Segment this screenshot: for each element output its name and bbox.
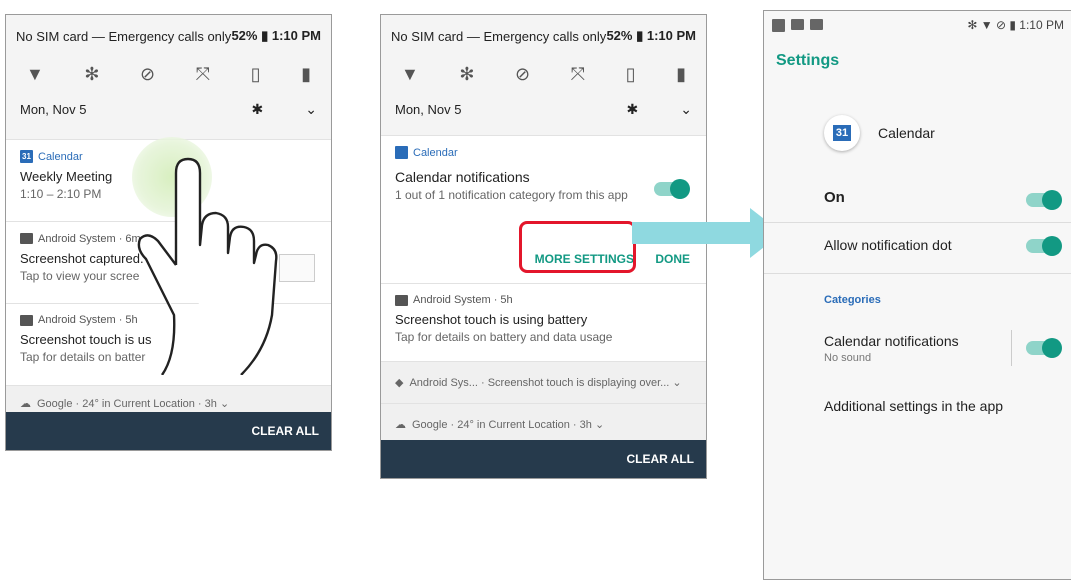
clear-all-button[interactable]: CLEAR ALL bbox=[251, 424, 319, 438]
notification-dot-toggle[interactable] bbox=[1026, 236, 1062, 256]
weather-notification[interactable]: ☁ Google · 24° in Current Location · 3h ⌄ bbox=[381, 403, 706, 445]
date-text: Mon, Nov 5 bbox=[20, 101, 87, 117]
footer-bar: CLEAR ALL bbox=[6, 412, 331, 450]
quick-settings: ▼ ✻ ⊘ ⤧ ▯ ▮ bbox=[381, 57, 706, 91]
time-text: 1:10 PM bbox=[1019, 18, 1064, 32]
calendar-icon bbox=[395, 146, 408, 159]
on-toggle[interactable] bbox=[1026, 190, 1062, 210]
chevron-down-icon[interactable]: ⌄ bbox=[305, 101, 317, 118]
highlight-box bbox=[519, 221, 636, 273]
chart-icon bbox=[395, 294, 408, 306]
calendar-status-icon bbox=[772, 18, 785, 32]
layers-icon: ◆ bbox=[395, 377, 404, 389]
vertical-divider bbox=[1011, 330, 1012, 366]
flashlight-icon[interactable]: ⤧ bbox=[196, 64, 210, 85]
notif-title: Calendar notifications bbox=[395, 169, 530, 185]
date-bar: Mon, Nov 5 ✱ ⌄ bbox=[395, 100, 692, 118]
cloud-icon: ☁ bbox=[20, 398, 31, 410]
carrier-text: No SIM card — Emergency calls only bbox=[16, 28, 232, 44]
clear-all-button[interactable]: CLEAR ALL bbox=[626, 452, 694, 466]
rotate-icon[interactable]: ▯ bbox=[251, 64, 261, 85]
date-bar: Mon, Nov 5 ✱ ⌄ bbox=[6, 91, 331, 127]
gear-icon[interactable]: ✱ bbox=[627, 101, 639, 118]
overlay-notification[interactable]: ◆ Android Sys... · Screenshot touch is di… bbox=[381, 361, 706, 403]
calendar-icon: 31 bbox=[20, 150, 33, 163]
image-status-icon bbox=[791, 18, 804, 30]
status-bar: ✻ ▼ ⊘ ▮ 1:10 PM bbox=[764, 11, 1071, 39]
app-name: Calendar bbox=[878, 125, 935, 141]
dnd-icon[interactable]: ⊘ bbox=[515, 64, 530, 85]
chart-icon bbox=[20, 314, 33, 326]
categories-header: Categories bbox=[824, 294, 881, 306]
time-text: 1:10 PM bbox=[271, 28, 321, 43]
wifi-icon[interactable]: ▼ bbox=[26, 64, 44, 85]
phone-notification-shade-1: No SIM card — Emergency calls only 52% ▮… bbox=[5, 14, 332, 451]
cloud-icon: ☁ bbox=[395, 419, 406, 431]
hand-pointer-icon bbox=[137, 157, 278, 375]
quick-settings: ▼ ✻ ⊘ ⤧ ▯ ▮ bbox=[6, 57, 331, 91]
phone-settings: ✻ ▼ ⊘ ▮ 1:10 PM Settings 31 Calendar On … bbox=[763, 10, 1071, 580]
additional-settings-row[interactable]: Additional settings in the app bbox=[764, 398, 1071, 414]
rotate-icon[interactable]: ▯ bbox=[626, 64, 636, 85]
app-header: 31 Calendar bbox=[824, 115, 935, 151]
arrow-icon bbox=[632, 208, 782, 258]
wifi-icon[interactable]: ▼ bbox=[401, 64, 419, 85]
battery-saver-icon[interactable]: ▮ bbox=[301, 64, 311, 85]
battery-text: 52% bbox=[231, 28, 258, 43]
battery-notification[interactable]: Android System · 5h Screenshot touch is … bbox=[381, 283, 706, 361]
battery-saver-icon[interactable]: ▮ bbox=[676, 64, 686, 85]
calendar-app-icon: 31 bbox=[824, 115, 860, 151]
page-title: Settings bbox=[776, 52, 840, 69]
gear-icon[interactable]: ✱ bbox=[252, 101, 264, 118]
image-icon bbox=[20, 233, 33, 244]
chevron-down-icon[interactable]: ⌄ bbox=[680, 101, 692, 118]
calendar-notifications-toggle[interactable] bbox=[1026, 338, 1062, 358]
app-name: Calendar bbox=[38, 150, 83, 163]
status-bar: No SIM card — Emergency calls only 52% ▮… bbox=[391, 28, 696, 44]
divider bbox=[764, 273, 1071, 274]
dnd-icon[interactable]: ⊘ bbox=[140, 64, 155, 85]
bluetooth-icon[interactable]: ✻ bbox=[84, 64, 99, 85]
notif-subtitle: 1 out of 1 notification category from th… bbox=[395, 188, 628, 202]
status-bar: No SIM card — Emergency calls only 52% ▮… bbox=[16, 28, 321, 44]
flashlight-icon[interactable]: ⤧ bbox=[571, 64, 585, 85]
divider bbox=[764, 222, 1071, 223]
notification-dot-row[interactable]: Allow notification dot bbox=[764, 237, 1071, 253]
chart-status-icon bbox=[810, 18, 823, 30]
bluetooth-icon[interactable]: ✻ bbox=[459, 64, 474, 85]
calendar-notifications-row[interactable]: Calendar notifications No sound bbox=[764, 333, 1071, 364]
calendar-toggle[interactable] bbox=[654, 179, 690, 199]
on-row[interactable]: On bbox=[764, 189, 1071, 206]
footer-bar: CLEAR ALL bbox=[381, 440, 706, 478]
